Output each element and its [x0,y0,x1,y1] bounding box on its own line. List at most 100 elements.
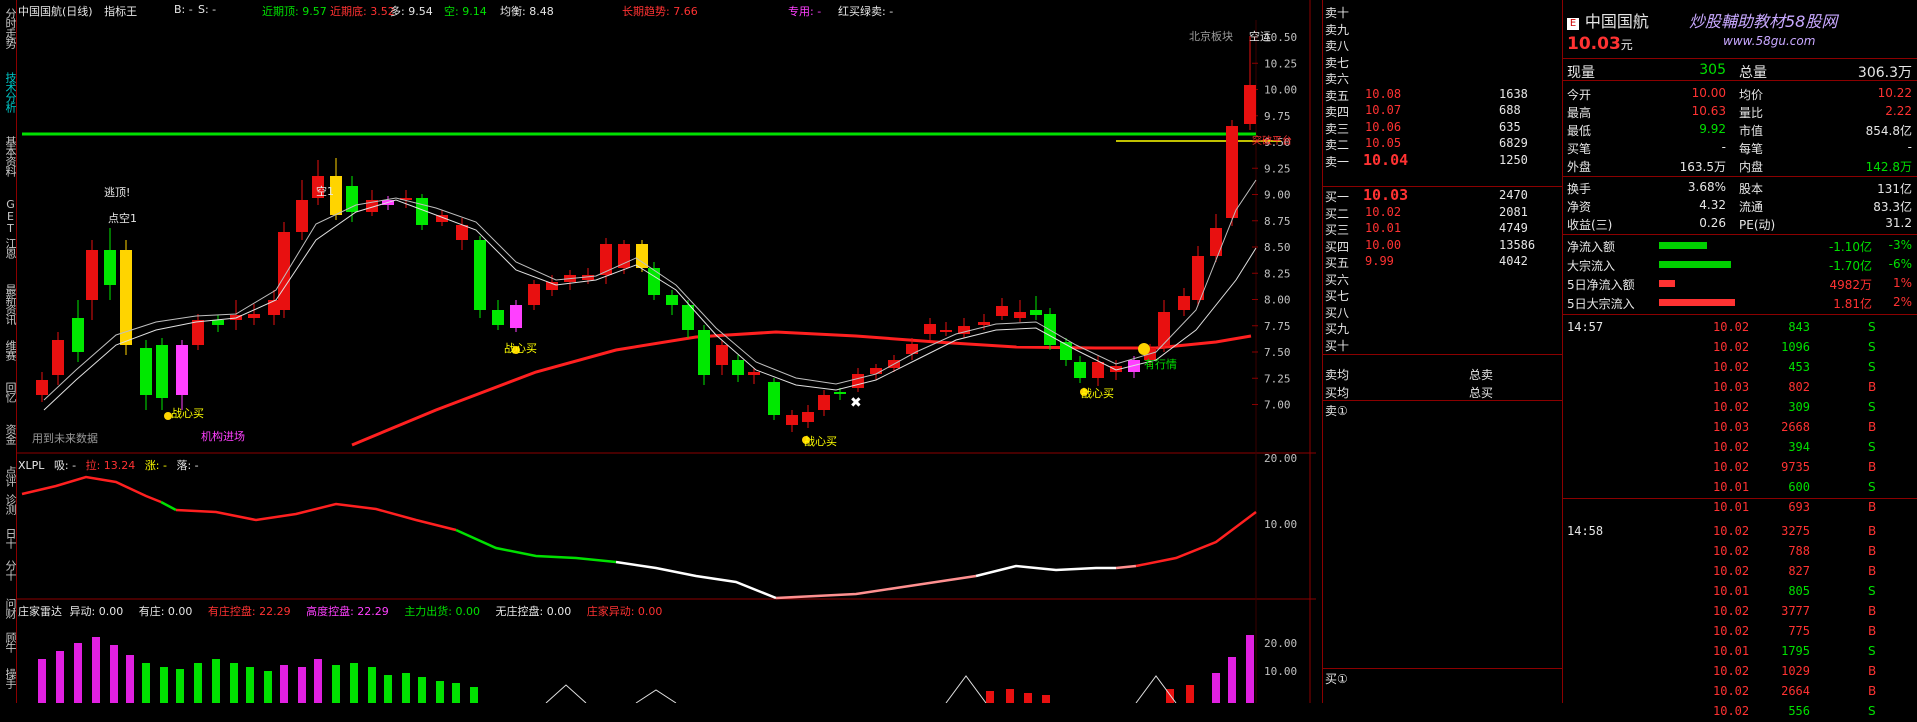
tick-row[interactable]: 10.03 802 B [1563,378,1917,398]
tick-row[interactable]: 10.02 394 S [1563,438,1917,458]
candle [1244,85,1256,124]
main-chart-area[interactable]: 中国国航(日线) 指标王 B: - S: - 近期顶: 9.57 近期底: 3.… [16,0,1316,703]
sell-level-row[interactable]: 卖一 10.04 1250 [1323,151,1563,169]
buy-level-row[interactable]: 买八 [1323,304,1563,320]
tick-volume: 2664 [1781,684,1810,698]
left-tab-13[interactable]: 问财 [0,598,17,618]
buy-level-price: 10.00 [1365,237,1402,252]
left-tab-14[interactable]: 顾牛 [0,632,17,652]
left-tab-3[interactable]: GET [0,198,17,234]
sell-level-row[interactable]: 卖六 [1323,70,1563,86]
left-tab-12[interactable]: 分十 [0,560,17,580]
left-tab-11[interactable]: 日十 [0,528,17,548]
kong-yun-label: 空运 [1249,30,1271,43]
quote-value-2: 83.3亿 [1873,200,1912,214]
xlpl-curve-segment [21,475,162,504]
candle [786,415,798,425]
sell-level-row[interactable]: 卖二 10.05 6829 [1323,136,1563,152]
sell-level-row[interactable]: 卖七 [1323,54,1563,70]
left-tab-8[interactable]: 资金 [0,424,17,444]
sub1-name[interactable]: XLPL [18,459,44,472]
left-tab-1[interactable]: 技术分析 [0,72,17,112]
candle [86,250,98,300]
sell-level-label: 卖七 [1325,55,1350,70]
left-tab-0[interactable]: 分时走势 [0,8,17,48]
buy-level-row[interactable]: 买十 [1323,337,1563,353]
candle [1158,312,1170,346]
buy-level-row[interactable]: 买三 10.01 4749 [1323,221,1563,237]
quote-value-2: 2.22 [1885,104,1912,118]
tick-row[interactable]: 10.02 827 B [1563,562,1917,582]
tick-row[interactable]: 10.02 556 S [1563,702,1917,722]
quote-divider [1563,80,1917,81]
sell-level-volume: 688 [1499,103,1521,117]
sell-level-row[interactable]: 卖四 10.07 688 [1323,103,1563,119]
tick-side: B [1868,524,1877,538]
sub2-wuzhuang: 无庄控盘: 0.00 [495,605,572,618]
buy-level-row[interactable]: 买六 [1323,271,1563,287]
tick-volume: 600 [1788,480,1810,494]
tick-row[interactable]: 10.02 309 S [1563,398,1917,418]
buy-level-row[interactable]: 买九 [1323,320,1563,336]
buy-level-price: 10.02 [1365,204,1402,219]
sell-level-row[interactable]: 卖九 [1323,21,1563,37]
buy-level-price: 10.03 [1363,186,1409,204]
sell-level-row[interactable]: 卖十 [1323,4,1563,20]
radar-bar [368,667,376,703]
buy-level-row[interactable]: 买七 [1323,287,1563,303]
quote-divider [1563,58,1917,59]
tick-row[interactable]: 10.02 788 B [1563,542,1917,562]
tick-row[interactable]: 10.02 9735 B [1563,458,1917,478]
buy-level-row[interactable]: 买五 9.99 4042 [1323,254,1563,270]
left-tab-10[interactable]: 诊测 [0,494,17,514]
candle [924,324,936,334]
tick-side: S [1868,340,1876,354]
tick-row[interactable]: 14:58 10.02 3275 B [1563,522,1917,542]
sub2-name[interactable]: 庄家雷达 [18,605,62,618]
tick-row[interactable]: 10.03 2668 B [1563,418,1917,438]
tick-row[interactable]: 10.01 805 S [1563,582,1917,602]
tick-row[interactable]: 10.02 1029 B [1563,662,1917,682]
left-tab-15[interactable]: 操手 [0,668,17,688]
sell-level-row[interactable]: 卖八 [1323,37,1563,53]
buy-level-label: 买十 [1325,338,1350,353]
book-divider [1323,186,1563,187]
tick-side: B [1868,664,1877,678]
tick-row[interactable]: 10.02 1096 S [1563,338,1917,358]
candle [456,225,468,240]
tick-row[interactable]: 10.02 3777 B [1563,602,1917,622]
tick-row[interactable]: 14:57 10.02 843 S [1563,318,1917,338]
flow-percent: 1% [1892,276,1912,290]
quote-value-2: 10.22 [1877,86,1912,100]
buy-level-row[interactable]: 买二 10.02 2081 [1323,205,1563,221]
sell-level-row[interactable]: 卖五 10.08 1638 [1323,87,1563,103]
tick-row[interactable]: 10.02 775 B [1563,622,1917,642]
left-tab-4[interactable]: 江恩 [0,238,17,258]
left-tab-2[interactable]: 基本资料 [0,136,17,176]
buy-level-row[interactable]: 买四 10.00 13586 [1323,238,1563,254]
quote-label-2: 股本 [1739,182,1764,196]
sell-level-volume: 1250 [1499,152,1528,167]
tick-price: 10.02 [1713,460,1750,474]
buy-level-row[interactable]: 买一 10.03 2470 [1323,186,1563,204]
left-tab-6[interactable]: 维赛 [0,340,17,360]
tick-row[interactable]: 10.01 693 B [1563,498,1917,518]
left-tab-5[interactable]: 最新资讯 [0,284,17,324]
candle [36,380,48,395]
candle [1014,312,1026,318]
left-tab-7[interactable]: 回忆 [0,382,17,402]
tick-price: 10.01 [1713,480,1750,494]
order-book: 卖十 卖九 卖八卖七 卖六 卖五 10.08 1638 卖四 10.07 688 卖三 10.06 63… [1322,0,1563,703]
candlestick-chart[interactable]: 10.5010.2510.009.759.509.259.008.758.508… [16,0,1316,703]
left-tab-9[interactable]: 点评 [0,466,17,486]
tick-row[interactable]: 10.01 600 S [1563,478,1917,498]
tick-row[interactable]: 10.02 2664 B [1563,682,1917,702]
tick-row[interactable]: 10.01 1795 S [1563,642,1917,662]
sell-level-price: 10.06 [1365,119,1402,134]
candle [978,322,990,325]
tick-row[interactable]: 10.02 453 S [1563,358,1917,378]
smiley-icon [1138,343,1150,355]
stock-name: 中国国航 [1584,12,1649,31]
quote-value: - [1721,140,1726,154]
sell-level-row[interactable]: 卖三 10.06 635 [1323,120,1563,136]
